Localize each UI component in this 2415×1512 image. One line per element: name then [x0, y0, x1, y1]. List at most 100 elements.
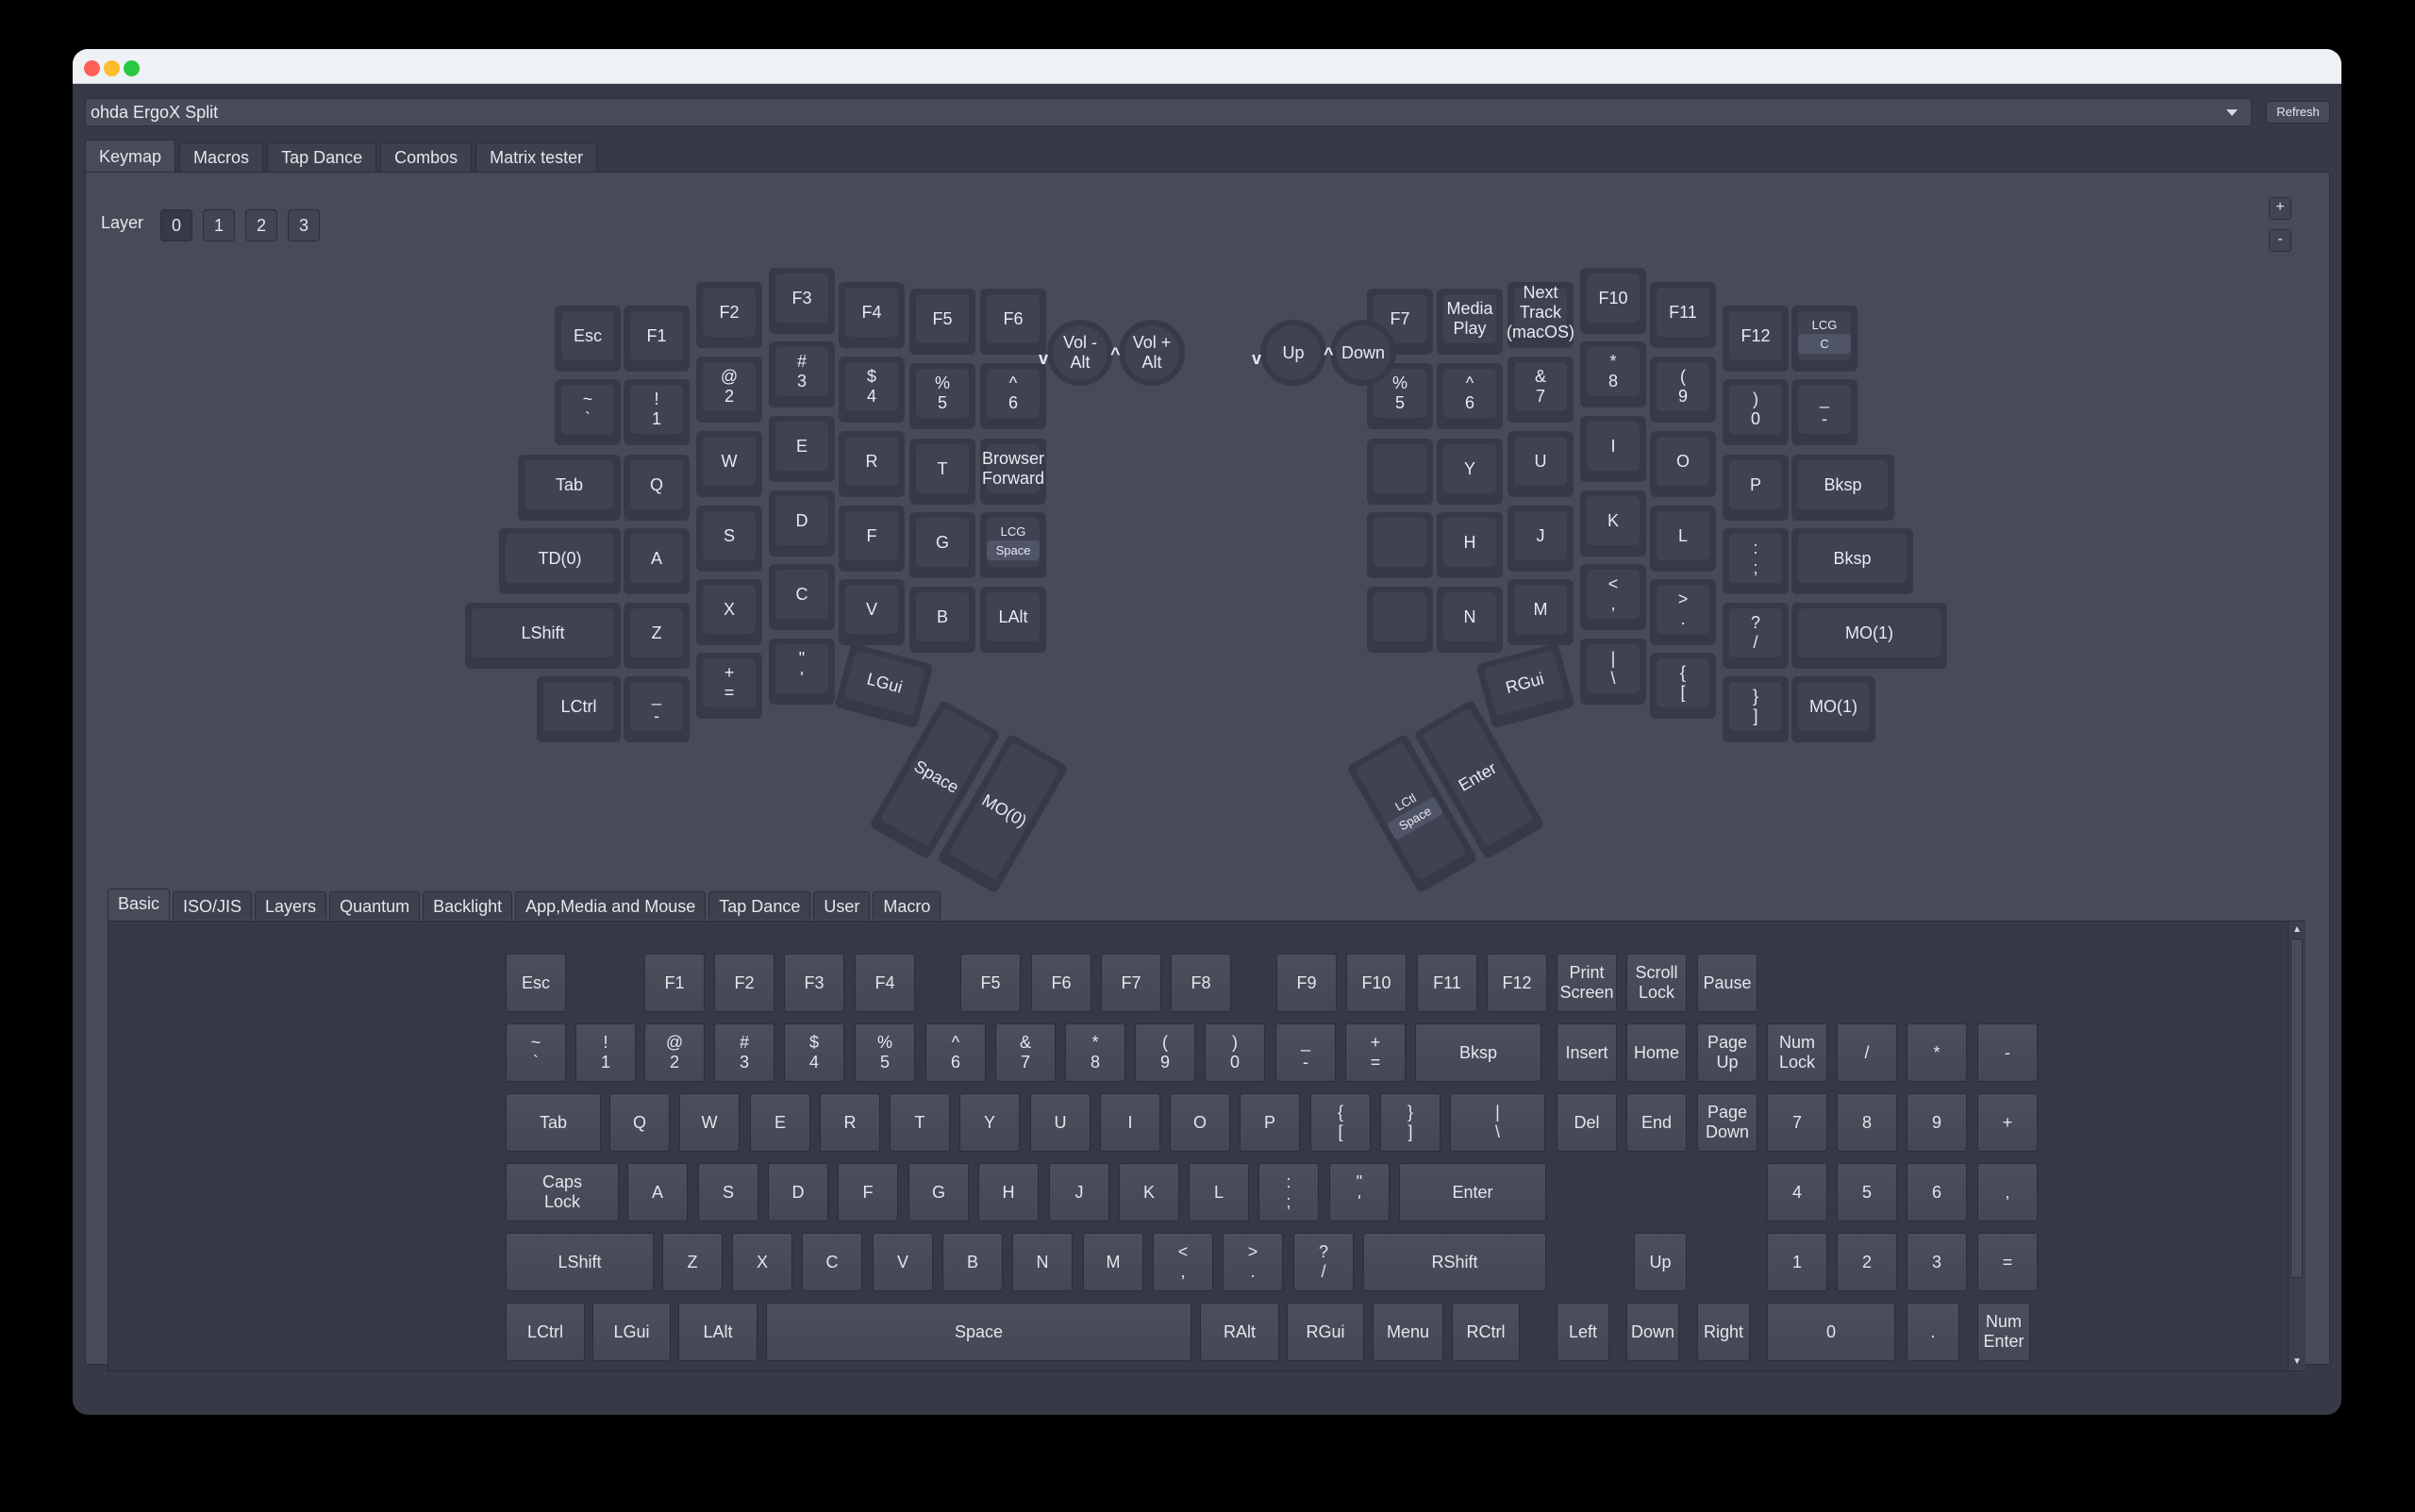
keymap-key-media-play[interactable]: Media Play — [1437, 289, 1503, 355]
palette-key-sym-2[interactable]: @ 2 — [644, 1023, 705, 1082]
palette-key-z[interactable]: Z — [662, 1233, 723, 1291]
palette-key-right[interactable]: Right — [1697, 1303, 1750, 1361]
keymap-key-td0[interactable]: TD(0) — [499, 528, 621, 594]
palette-key-down[interactable]: Down — [1626, 1303, 1679, 1361]
palette-key-sym-sym[interactable]: + = — [1345, 1023, 1406, 1082]
keymap-key-b[interactable]: B — [909, 587, 975, 653]
encoder-left-ccw[interactable]: Vol - Alt — [1047, 320, 1113, 386]
palette-key-sym-0[interactable]: ) 0 — [1205, 1023, 1265, 1082]
palette-key-r[interactable]: R — [820, 1093, 880, 1152]
keymap-key-o[interactable]: O — [1650, 431, 1716, 497]
keymap-key-c[interactable]: C — [769, 564, 835, 630]
layer-1-button[interactable]: 1 — [203, 209, 235, 241]
palette-tab-app-media-and-mouse[interactable]: App,Media and Mouse — [515, 891, 707, 920]
keymap-key-g[interactable]: G — [909, 512, 975, 578]
encoder-right-cw[interactable]: Down — [1330, 320, 1396, 386]
tab-keymap[interactable]: Keymap — [85, 140, 176, 172]
palette-key-page-down[interactable]: Page Down — [1697, 1093, 1757, 1152]
palette-key-s[interactable]: S — [698, 1163, 758, 1221]
palette-key-sym-5[interactable]: % 5 — [855, 1023, 915, 1082]
keymap-key-mo1b[interactable]: MO(1) — [1791, 676, 1875, 742]
keymap-key-w[interactable]: W — [696, 431, 762, 497]
keymap-key-q[interactable]: Q — [624, 455, 690, 521]
keymap-key-quote[interactable]: " ' — [769, 639, 835, 705]
palette-key-q[interactable]: Q — [609, 1093, 670, 1152]
palette-key-sym-9[interactable]: ( 9 — [1135, 1023, 1195, 1082]
palette-tab-macro[interactable]: Macro — [873, 891, 941, 920]
palette-key-bksp[interactable]: Bksp — [1415, 1023, 1541, 1082]
keymap-key-6[interactable]: ^ 6 — [980, 363, 1046, 429]
zoom-in-button[interactable]: + — [2269, 197, 2291, 220]
palette-scrollbar[interactable]: ▲ ▼ — [2288, 922, 2306, 1371]
palette-key-sym-sym[interactable]: > . — [1223, 1233, 1283, 1291]
palette-key-6[interactable]: 6 — [1907, 1163, 1967, 1221]
palette-key-d[interactable]: D — [768, 1163, 828, 1221]
palette-key-j[interactable]: J — [1049, 1163, 1109, 1221]
palette-key-rshift[interactable]: RShift — [1363, 1233, 1546, 1291]
palette-key-k[interactable]: K — [1119, 1163, 1179, 1221]
keymap-key-blank1[interactable] — [1367, 439, 1433, 505]
palette-key-sym-8[interactable]: * 8 — [1065, 1023, 1125, 1082]
palette-key-a[interactable]: A — [627, 1163, 688, 1221]
palette-key-f1[interactable]: F1 — [644, 954, 705, 1012]
encoder-left-cw[interactable]: Vol + Alt — [1119, 320, 1185, 386]
palette-key-num-enter[interactable]: Num Enter — [1977, 1303, 2030, 1361]
palette-key-sym[interactable]: / — [1837, 1023, 1897, 1082]
palette-key-scroll-lock[interactable]: Scroll Lock — [1626, 954, 1687, 1012]
keymap-key-f5[interactable]: F5 — [909, 289, 975, 355]
keymap-key-f1[interactable]: F1 — [624, 306, 690, 372]
palette-key-h[interactable]: H — [978, 1163, 1039, 1221]
palette-tab-layers[interactable]: Layers — [255, 891, 327, 920]
palette-key-9[interactable]: 9 — [1907, 1093, 1967, 1152]
keymap-key-blank3[interactable] — [1367, 587, 1433, 653]
palette-key-ralt[interactable]: RAlt — [1200, 1303, 1279, 1361]
palette-key-sym-sym[interactable]: { [ — [1310, 1093, 1371, 1152]
keymap-key-semicolon[interactable]: : ; — [1723, 528, 1789, 594]
zoom-window-button[interactable] — [124, 60, 140, 76]
keymap-key-f4[interactable]: F4 — [839, 282, 905, 348]
palette-key-u[interactable]: U — [1030, 1093, 1091, 1152]
keymap-key-0[interactable]: ) 0 — [1723, 379, 1789, 445]
keymap-key-f2[interactable]: F2 — [696, 282, 762, 348]
keymap-key-minus[interactable]: _ - — [624, 676, 690, 742]
palette-key-f10[interactable]: F10 — [1346, 954, 1407, 1012]
palette-key-f4[interactable]: F4 — [855, 954, 915, 1012]
palette-key-lshift[interactable]: LShift — [506, 1233, 654, 1291]
tab-combos[interactable]: Combos — [380, 142, 473, 172]
close-window-button[interactable] — [84, 60, 100, 76]
keymap-key-j[interactable]: J — [1507, 506, 1574, 572]
palette-key-sym-sym[interactable]: : ; — [1258, 1163, 1319, 1221]
palette-key-sym[interactable]: * — [1907, 1023, 1967, 1082]
keymap-key-f6[interactable]: F6 — [980, 289, 1046, 355]
palette-key-m[interactable]: M — [1083, 1233, 1143, 1291]
keymap-key-f[interactable]: F — [839, 506, 905, 572]
palette-key-4[interactable]: 4 — [1767, 1163, 1827, 1221]
keymap-key-lctrl[interactable]: LCtrl — [537, 676, 621, 742]
palette-key-f12[interactable]: F12 — [1487, 954, 1547, 1012]
palette-key-f3[interactable]: F3 — [784, 954, 844, 1012]
minimize-window-button[interactable] — [104, 60, 120, 76]
keymap-key-1[interactable]: ! 1 — [624, 379, 690, 445]
palette-key-insert[interactable]: Insert — [1557, 1023, 1617, 1082]
keymap-key-f11[interactable]: F11 — [1650, 282, 1716, 348]
palette-key-i[interactable]: I — [1100, 1093, 1160, 1152]
scroll-down-icon[interactable]: ▼ — [2290, 1355, 2304, 1369]
keymap-key-mo1a[interactable]: MO(1) — [1791, 603, 1947, 669]
palette-key-5[interactable]: 5 — [1837, 1163, 1897, 1221]
keymap-key-lshift[interactable]: LShift — [465, 603, 621, 669]
keymap-key-tab[interactable]: Tab — [518, 455, 621, 521]
palette-tab-basic[interactable]: Basic — [108, 889, 171, 920]
palette-tab-backlight[interactable]: Backlight — [423, 891, 513, 920]
palette-key-sym[interactable]: + — [1977, 1093, 2038, 1152]
keymap-key-backslash[interactable]: | \ — [1580, 639, 1646, 705]
keymap-key-comma[interactable]: < , — [1580, 564, 1646, 630]
palette-key-rgui[interactable]: RGui — [1287, 1303, 1364, 1361]
palette-key-sym--[interactable]: _ - — [1275, 1023, 1336, 1082]
keymap-key-f10[interactable]: F10 — [1580, 268, 1646, 334]
scrollbar-thumb[interactable] — [2290, 939, 2303, 1278]
palette-key-2[interactable]: 2 — [1837, 1233, 1897, 1291]
keymap-key-equal[interactable]: + = — [696, 653, 762, 719]
keymap-key-lcg-space[interactable]: LCG Space — [980, 512, 1046, 578]
layer-3-button[interactable]: 3 — [288, 209, 320, 241]
palette-key-sym-1[interactable]: ! 1 — [575, 1023, 636, 1082]
